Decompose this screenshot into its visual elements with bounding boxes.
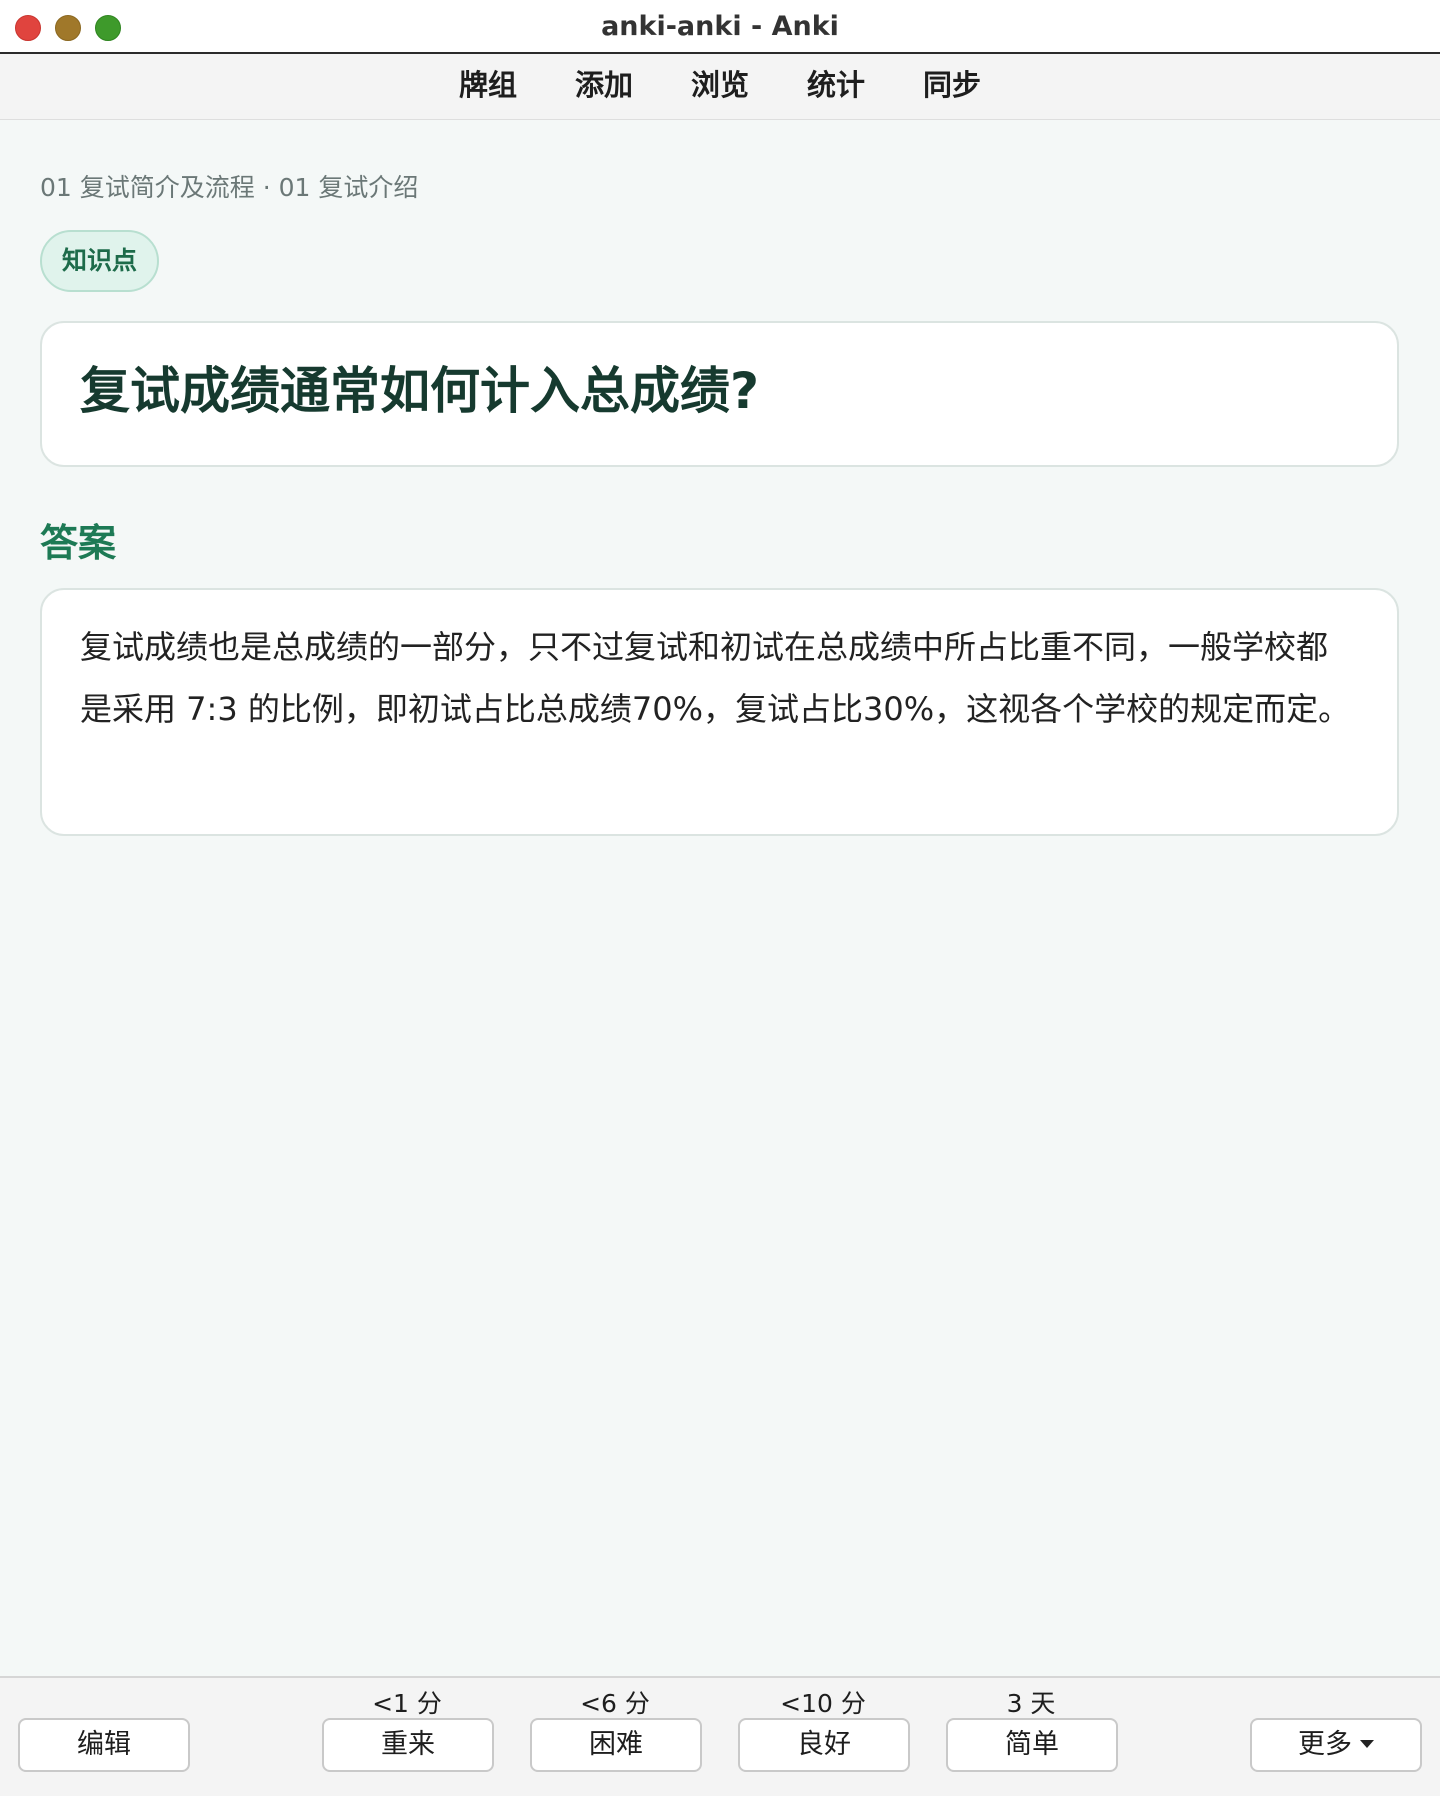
dropdown-caret-icon xyxy=(1360,1739,1374,1748)
more-button-label: 更多 xyxy=(1298,1729,1352,1760)
toolbar-stats-link[interactable]: 统计 xyxy=(807,68,865,102)
question-card: 复试成绩通常如何计入总成绩? xyxy=(40,321,1399,467)
card-tag-badge: 知识点 xyxy=(40,230,160,292)
again-button[interactable]: 重来 xyxy=(322,1718,494,1772)
answer-text: 复试成绩也是总成绩的一部分，只不过复试和初试在总成绩中所占比重不同，一般学校都是… xyxy=(80,628,1351,728)
toolbar-sync-link[interactable]: 同步 xyxy=(923,68,981,102)
deck-breadcrumb: 01 复试简介及流程 · 01 复试介绍 xyxy=(40,173,419,202)
good-interval-label: <10 分 xyxy=(780,1689,866,1718)
easy-button[interactable]: 简单 xyxy=(946,1718,1118,1772)
easy-interval-label: 3 天 xyxy=(1006,1689,1056,1718)
hard-button[interactable]: 困难 xyxy=(530,1718,702,1772)
good-button[interactable]: 良好 xyxy=(738,1718,910,1772)
answer-card: 复试成绩也是总成绩的一部分，只不过复试和初试在总成绩中所占比重不同，一般学校都是… xyxy=(40,588,1399,836)
answer-heading: 答案 xyxy=(40,521,117,565)
card-review-area: 01 复试简介及流程 · 01 复试介绍 知识点 复试成绩通常如何计入总成绩? … xyxy=(0,120,1440,1676)
edit-button[interactable]: 编辑 xyxy=(18,1718,190,1772)
toolbar-decks-link[interactable]: 牌组 xyxy=(459,68,517,102)
more-button[interactable]: 更多 xyxy=(1250,1718,1422,1772)
window-title: anki-anki - Anki xyxy=(601,11,839,42)
again-interval-label: <1 分 xyxy=(372,1689,442,1718)
toolbar-add-link[interactable]: 添加 xyxy=(575,68,633,102)
title-bar: anki-anki - Anki xyxy=(0,0,1440,54)
main-toolbar: 牌组 添加 浏览 统计 同步 xyxy=(0,54,1440,120)
review-bottom-bar: 编辑 <1 分 重来 <6 分 困难 <10 分 良好 3 天 简单 更多 xyxy=(0,1676,1440,1796)
toolbar-browse-link[interactable]: 浏览 xyxy=(691,68,749,102)
question-text: 复试成绩通常如何计入总成绩? xyxy=(80,362,760,420)
anki-window: anki-anki - Anki 牌组 添加 浏览 统计 同步 01 复试简介及… xyxy=(0,0,1440,1796)
hard-interval-label: <6 分 xyxy=(580,1689,650,1718)
